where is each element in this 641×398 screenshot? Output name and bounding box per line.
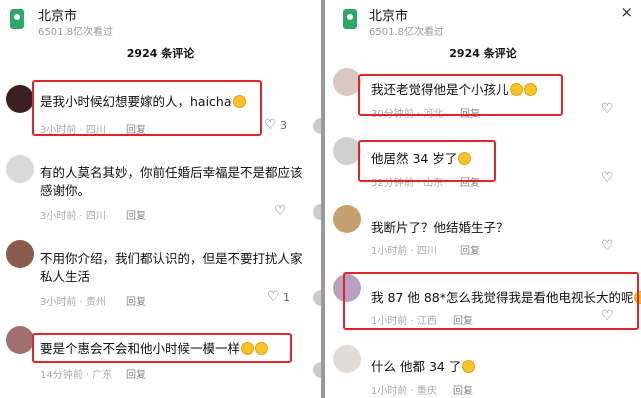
view-count: 6501.8亿次看过	[38, 27, 113, 38]
like-heart-icon[interactable]: ♡	[601, 238, 614, 254]
partial-element	[313, 204, 321, 220]
partial-element	[313, 362, 321, 378]
avatar[interactable]	[333, 205, 361, 233]
like-heart-icon[interactable]: ♡	[601, 170, 614, 186]
comment-meta: 3小时前 · 贵州	[40, 297, 106, 308]
like-count: 3	[280, 119, 287, 132]
reply-button[interactable]: 回复	[126, 207, 146, 222]
panel-header: 北京市 6501.8亿次看过 ×	[325, 0, 641, 40]
close-icon[interactable]: ×	[620, 3, 633, 21]
highlight-box	[32, 80, 262, 136]
comment-count: 2924 条评论	[126, 47, 195, 60]
avatar[interactable]	[333, 68, 361, 96]
like-count: 1	[283, 291, 290, 304]
comment-text: 什么 他都 34 了	[371, 358, 571, 376]
comment-meta: 3小时前 · 四川	[40, 211, 106, 222]
avatar[interactable]	[333, 345, 361, 373]
avatar[interactable]	[6, 155, 34, 183]
comment-text: 我断片了？他结婚生子？	[371, 220, 509, 235]
view-count: 6501.8亿次看过	[369, 27, 444, 38]
highlight-box	[343, 272, 639, 330]
avatar[interactable]	[6, 85, 34, 113]
right-comment-panel: 北京市 6501.8亿次看过 × 2924 条评论 我还老觉得他是个小孩儿 30…	[325, 0, 641, 398]
avatar[interactable]	[6, 240, 34, 268]
reply-button[interactable]: 回复	[126, 293, 146, 308]
location-pin-icon	[10, 9, 24, 29]
comment-text: 有的人莫名其妙，你前任婚后幸福是不是都应该感谢你。	[40, 165, 303, 198]
avatar[interactable]	[6, 326, 34, 354]
city-title: 北京市	[38, 9, 78, 24]
reply-button[interactable]: 回复	[460, 242, 480, 257]
highlight-box	[32, 333, 292, 363]
partial-element	[313, 290, 321, 306]
comment-meta: 14分钟前 · 广东	[40, 370, 113, 381]
laugh-cry-emoji-icon	[462, 360, 476, 373]
location-pin-icon	[343, 9, 357, 29]
city-title: 北京市	[369, 9, 409, 24]
comment-meta: 1小时前 · 重庆	[371, 386, 437, 397]
like-heart-icon[interactable]: ♡	[264, 117, 277, 133]
comment-count: 2924 条评论	[449, 47, 517, 60]
partial-element	[313, 118, 321, 134]
like-heart-icon[interactable]: ♡	[267, 289, 280, 305]
comment-text: 不用你介绍，我们都认识的，但是不要打扰人家私人生活	[40, 251, 303, 284]
highlight-box	[358, 140, 496, 182]
comment-meta: 1小时前 · 四川	[371, 246, 437, 257]
reply-button[interactable]: 回复	[453, 382, 473, 397]
like-heart-icon[interactable]: ♡	[601, 101, 614, 117]
panel-header: 北京市 6501.8亿次看过	[0, 0, 321, 40]
left-comment-panel: 北京市 6501.8亿次看过 2924 条评论 是我小时候幻想要嫁的人，haic…	[0, 0, 321, 398]
highlight-box	[358, 74, 563, 116]
like-heart-icon[interactable]: ♡	[274, 203, 287, 219]
reply-button[interactable]: 回复	[126, 366, 146, 381]
avatar[interactable]	[333, 137, 361, 165]
